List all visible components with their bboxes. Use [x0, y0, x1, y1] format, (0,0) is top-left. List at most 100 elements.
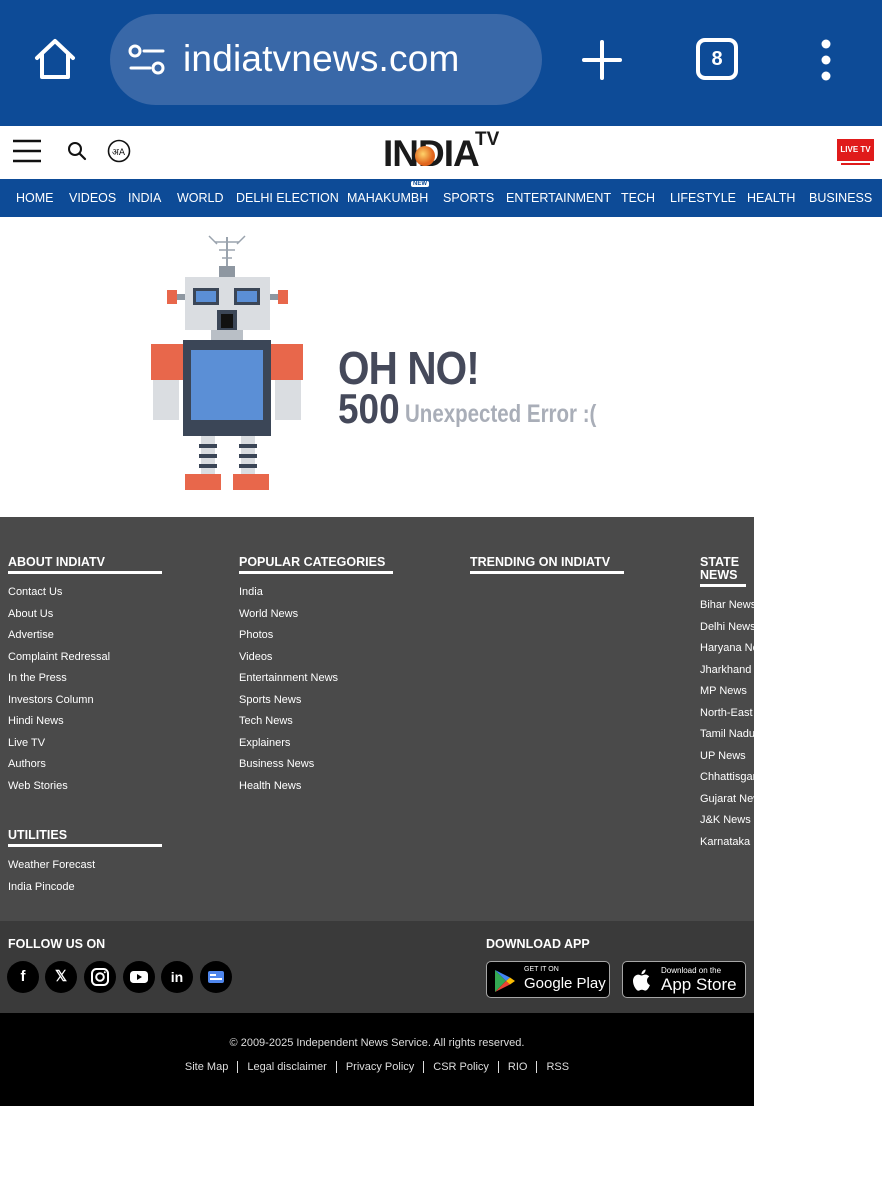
site-footer: ABOUT INDIATV Contact Us About Us Advert… — [0, 517, 754, 921]
csr-policy-link[interactable]: CSR Policy — [433, 1061, 489, 1073]
search-icon[interactable] — [67, 141, 87, 161]
apple-icon — [632, 969, 650, 991]
footer-link[interactable]: India Pincode — [8, 881, 75, 893]
footer-link[interactable]: Karnataka News — [700, 836, 754, 848]
footer-link[interactable]: Delhi News — [700, 621, 754, 633]
footer-link[interactable]: World News — [239, 608, 298, 620]
footer-link[interactable]: Tamil Nadu News — [700, 728, 754, 740]
site-settings-icon[interactable] — [128, 44, 166, 76]
language-switch-icon[interactable]: अA — [107, 139, 131, 163]
footer-link[interactable]: Entertainment News — [239, 672, 338, 684]
footer-link[interactable]: About Us — [8, 608, 53, 620]
legal-disclaimer-link[interactable]: Legal disclaimer — [247, 1061, 326, 1073]
url-text[interactable]: indiatvnews.com — [183, 38, 460, 80]
tab-count: 8 — [711, 48, 723, 70]
footer-link[interactable]: Business News — [239, 758, 314, 770]
rio-link[interactable]: RIO — [508, 1061, 528, 1073]
link-separator — [423, 1061, 425, 1074]
link-separator — [497, 1061, 499, 1074]
google-news-icon[interactable] — [200, 961, 232, 993]
footer-link[interactable]: Haryana News — [700, 642, 754, 654]
footer-link[interactable]: J&K News — [700, 814, 751, 826]
nav-health[interactable]: HEALTH — [747, 191, 795, 205]
indiatv-logo[interactable]: INDIA TV — [383, 129, 499, 174]
youtube-icon[interactable] — [123, 961, 155, 993]
nav-india[interactable]: INDIA — [128, 191, 161, 205]
about-title: ABOUT INDIATV — [8, 555, 105, 569]
google-play-big-text: Google Play — [524, 975, 606, 992]
live-tv-button[interactable]: LIVE TV — [837, 139, 874, 161]
svg-text:अA: अA — [112, 148, 126, 158]
footer-link[interactable]: Hindi News — [8, 715, 64, 727]
nav-sports[interactable]: SPORTS — [443, 191, 494, 205]
error-robot-illustration — [151, 235, 303, 490]
hamburger-icon[interactable] — [13, 139, 41, 163]
footer-link[interactable]: Investors Column — [8, 694, 94, 706]
privacy-policy-link[interactable]: Privacy Policy — [346, 1061, 414, 1073]
live-tv-underline — [841, 163, 870, 165]
x-twitter-icon[interactable]: 𝕏 — [45, 961, 77, 993]
menu-dots-icon[interactable] — [816, 39, 836, 81]
footer-link[interactable]: Photos — [239, 629, 273, 641]
footer-link[interactable]: Web Stories — [8, 780, 68, 792]
facebook-icon[interactable]: f — [7, 961, 39, 993]
home-icon[interactable] — [33, 37, 77, 81]
footer-link[interactable]: Complaint Redressal — [8, 651, 110, 663]
error-message: Unexpected Error :( — [405, 400, 597, 428]
nav-tech[interactable]: TECH — [621, 191, 655, 205]
copyright-text: © 2009-2025 Independent News Service. Al… — [229, 1037, 525, 1049]
footer-link[interactable]: Bihar News — [700, 599, 754, 611]
footer-link[interactable]: Chhattisgarh News — [700, 771, 754, 783]
footer-link[interactable]: UP News — [700, 750, 746, 762]
footer-link[interactable]: India — [239, 586, 263, 598]
nav-world[interactable]: WORLD — [177, 191, 224, 205]
footer-link[interactable]: Weather Forecast — [8, 859, 95, 871]
footer-link[interactable]: Sports News — [239, 694, 301, 706]
app-store-button[interactable]: Download on the App Store — [622, 961, 746, 998]
follow-download-bar: FOLLOW US ON f 𝕏 in DOWNLOAD APP GET IT … — [0, 921, 754, 1013]
link-separator — [335, 1061, 337, 1074]
link-separator — [237, 1061, 239, 1074]
footer-link[interactable]: North-East News — [700, 707, 754, 719]
new-badge: NEW — [411, 181, 429, 187]
site-header: अA INDIA TV LIVE TV — [0, 126, 882, 179]
linkedin-icon[interactable]: in — [161, 961, 193, 993]
footer-link[interactable]: In the Press — [8, 672, 67, 684]
state-title-line1: STATE — [700, 555, 740, 569]
link-separator — [536, 1061, 538, 1074]
footer-link[interactable]: Jharkhand News — [700, 664, 754, 676]
footer-link[interactable]: Gujarat News — [700, 793, 754, 805]
instagram-icon[interactable] — [84, 961, 116, 993]
footer-link[interactable]: Authors — [8, 758, 46, 770]
popular-title: POPULAR CATEGORIES — [239, 555, 386, 569]
app-store-small-text: Download on the — [661, 966, 722, 975]
app-store-big-text: App Store — [661, 975, 737, 994]
site-map-link[interactable]: Site Map — [185, 1061, 228, 1073]
footer-link[interactable]: Live TV — [8, 737, 45, 749]
utilities-title: UTILITIES — [8, 828, 68, 842]
footer-link[interactable]: Advertise — [8, 629, 54, 641]
footer-link[interactable]: Explainers — [239, 737, 290, 749]
state-title-line2: NEWS — [700, 568, 738, 582]
footer-link[interactable]: MP News — [700, 685, 747, 697]
nav-videos[interactable]: VIDEOS — [69, 191, 116, 205]
footer-link[interactable]: Contact Us — [8, 586, 62, 598]
follow-title: FOLLOW US ON — [8, 937, 106, 951]
nav-home[interactable]: HOME — [16, 191, 54, 205]
copyright-bar: © 2009-2025 Independent News Service. Al… — [0, 1013, 754, 1106]
nav-lifestyle[interactable]: LIFESTYLE — [670, 191, 736, 205]
google-play-button[interactable]: GET IT ON Google Play — [486, 961, 610, 998]
bottom-links: Site Map Legal disclaimer Privacy Policy CS… — [0, 1061, 754, 1074]
footer-link[interactable]: Tech News — [239, 715, 293, 727]
tab-switcher-button[interactable]: 8 — [696, 38, 738, 80]
nav-business[interactable]: BUSINESS — [809, 191, 872, 205]
nav-mahakumbh[interactable]: MAHAKUMBH — [347, 191, 428, 205]
address-bar[interactable]: indiatvnews.com — [110, 14, 542, 105]
new-tab-icon[interactable] — [582, 40, 622, 80]
utilities-title-underline — [8, 844, 162, 847]
rss-link[interactable]: RSS — [546, 1061, 569, 1073]
footer-link[interactable]: Health News — [239, 780, 301, 792]
nav-delhi-election[interactable]: DELHI ELECTION — [236, 191, 339, 205]
footer-link[interactable]: Videos — [239, 651, 272, 663]
nav-entertainment[interactable]: ENTERTAINMENT — [506, 191, 611, 205]
